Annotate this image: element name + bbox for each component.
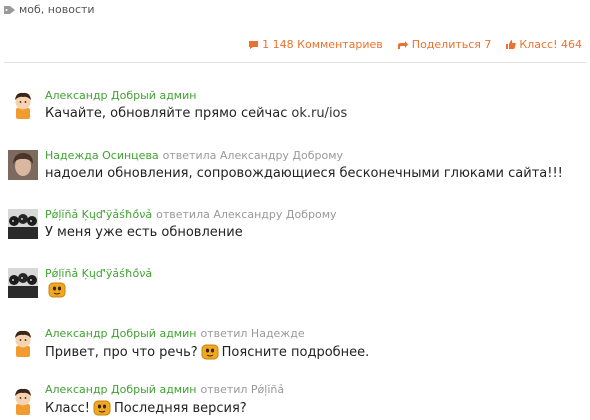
comment-body: Класс! — [45, 400, 91, 416]
like-button[interactable]: Класс! 464 — [505, 38, 582, 51]
comment-body-continued: Последняя версия? — [114, 400, 247, 416]
comment-text: Привет, про что речь? Поясните подробнее… — [45, 344, 369, 360]
comment-author[interactable]: Pǿļĭñả Ķųď'ÿảśħồνả — [45, 208, 152, 221]
comment-body: Качайте, обновляйте прямо сейчас — [45, 106, 288, 121]
comment-text: У меня уже есть обновление — [45, 225, 243, 240]
thumbs-up-icon — [506, 40, 517, 49]
tags-text[interactable]: моб, новости — [19, 3, 95, 16]
share-button[interactable]: Поделиться 7 — [397, 38, 492, 51]
comments-count: 1 148 Комментариев — [262, 38, 383, 51]
comment-header: Надежда Осинцева ответила Александру Добр… — [45, 149, 343, 162]
reply-to[interactable]: ответил Надежде — [200, 327, 304, 340]
smiley-icon — [93, 400, 111, 416]
comments-button[interactable]: 1 148 Комментариев — [248, 38, 383, 51]
comment-link[interactable]: ok.ru/ios — [291, 106, 347, 121]
group-photo-avatar[interactable] — [8, 268, 38, 298]
cartoon-avatar-icon[interactable] — [8, 90, 38, 120]
like-count: Класс! 464 — [519, 38, 582, 51]
tag-icon — [4, 5, 15, 14]
reply-to[interactable]: ответила Александру Доброму — [156, 208, 336, 221]
group-photo-avatar[interactable] — [8, 209, 38, 239]
comment-body: У меня уже есть обновление — [45, 225, 243, 240]
tags: моб, новости — [4, 3, 95, 16]
divider — [4, 62, 586, 63]
smiley-icon — [201, 344, 219, 360]
comment-header: Pǿļĭñả Ķųď'ÿảśħồνả — [45, 267, 152, 280]
comment-header: Александр Добрый админ ответил Pǿļĭñả — [45, 383, 284, 396]
comment-icon — [249, 40, 259, 49]
reply-to[interactable]: ответил Pǿļĭñả — [200, 383, 284, 396]
comment-header: Pǿļĭñả Ķųď'ÿảśħồνả ответила Александру До… — [45, 208, 337, 221]
comment-text: Класс! Последняя версия? — [45, 400, 247, 416]
comment-author[interactable]: Pǿļĭñả Ķųď'ÿảśħồνả — [45, 267, 152, 280]
comment-text — [45, 282, 69, 298]
share-icon — [397, 40, 408, 49]
smiley-icon — [48, 282, 66, 298]
comment-text: Качайте, обновляйте прямо сейчас ok.ru/i… — [45, 106, 347, 121]
comment-author[interactable]: Надежда Осинцева — [45, 149, 159, 162]
post-actions: 1 148 Комментариев Поделиться 7 Класс! 4… — [234, 38, 582, 51]
comment-body-continued: Поясните подробнее. — [221, 344, 370, 360]
cartoon-avatar-icon[interactable] — [8, 386, 38, 416]
comment-body: Привет, про что речь? — [45, 344, 198, 360]
comment-text: надоели обновления, сопровождающиеся бес… — [45, 166, 563, 181]
comment-header: Александр Добрый админ — [45, 89, 196, 102]
reply-to[interactable]: ответила Александру Доброму — [163, 149, 343, 162]
share-count: Поделиться 7 — [411, 38, 492, 51]
cartoon-avatar-icon[interactable] — [8, 328, 38, 358]
comment-author[interactable]: Александр Добрый админ — [45, 383, 196, 396]
comment-author[interactable]: Александр Добрый админ — [45, 89, 196, 102]
comment-body: надоели обновления, сопровождающиеся бес… — [45, 166, 563, 181]
comment-header: Александр Добрый админ ответил Надежде — [45, 327, 305, 340]
comment-author[interactable]: Александр Добрый админ — [45, 327, 196, 340]
photo-avatar[interactable] — [8, 150, 38, 180]
